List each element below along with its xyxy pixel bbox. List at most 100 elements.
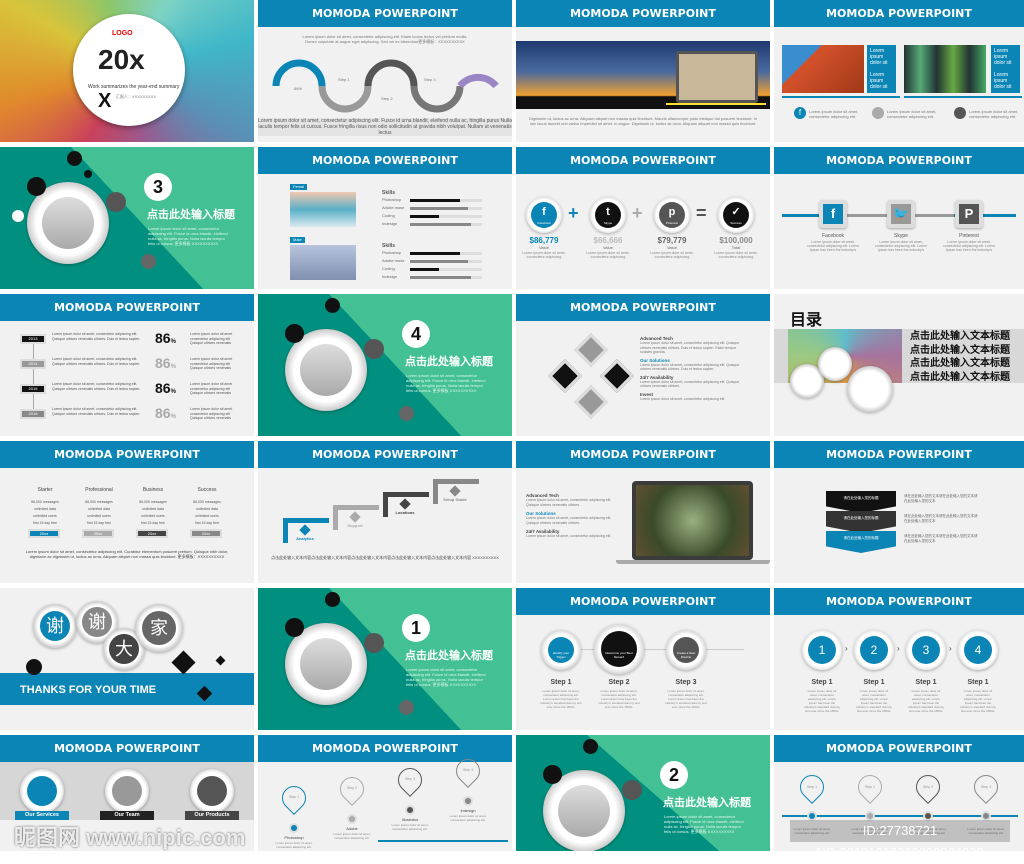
social-label: Pinterest [959, 233, 979, 239]
slide-wave[interactable]: MOMODA POWERPOINT Lorem ipsum dolor sit … [258, 0, 512, 142]
skill-row: Photoshop [382, 250, 487, 257]
bullet: Lorem ipsum dolor sit [994, 72, 1012, 90]
step-text: Lorem ipsum dolor sit amet, consectetur … [908, 689, 944, 713]
slide-header: MOMODA POWERPOINT [258, 147, 512, 174]
tablet-image [676, 51, 758, 103]
service-label[interactable]: Our Services [15, 811, 69, 820]
chart-icon [364, 339, 384, 359]
slide-header: MOMODA POWERPOINT [774, 441, 1024, 468]
horses-image [300, 344, 352, 396]
service-label[interactable]: Our Products [185, 811, 239, 820]
pinterest-icon[interactable] [954, 107, 966, 119]
slide-section-3[interactable]: 3 点击此处输入标题 Lorem ipsum dolor sit amet, c… [0, 147, 254, 289]
value-sub: Total [731, 245, 741, 250]
slide-header: MOMODA POWERPOINT [0, 441, 254, 468]
slide-header: MOMODA POWERPOINT [516, 588, 770, 615]
section-body: Lorem ipsum dolor sit amet, consectetur … [406, 373, 486, 393]
plan-button[interactable]: 20xx [136, 529, 168, 538]
slide-equation[interactable]: MOMODA POWERPOINT f Facebook $86,779 Value L… [516, 147, 770, 289]
value-sub: Value [667, 245, 677, 250]
year-badge: 2015 [20, 384, 46, 394]
pinterest-icon[interactable]: P [959, 204, 979, 224]
pin-step: Step 1 [806, 785, 818, 789]
yellow-line [666, 103, 766, 105]
plan-feature: 86,000 messages [139, 500, 167, 504]
slide-section-2[interactable]: 2 点击此处输入标题 Lorem ipsum dolor sit amet, c… [516, 735, 770, 851]
slide-section-1[interactable]: 1 点击此处输入标题 Lorem ipsum dolor sit amet, c… [258, 588, 512, 730]
skills-heading: Skills [382, 190, 396, 196]
step-number[interactable]: 3 [912, 636, 940, 664]
slide-thanks[interactable]: 谢 谢 大 家 THANKS FOR YOUR TIME [0, 588, 254, 730]
char: 谢 [40, 611, 70, 641]
plan-name: Business [142, 487, 164, 493]
slide-laptop[interactable]: MOMODA POWERPOINT Advanced Tech Lorem ips… [516, 441, 770, 583]
plan-name: Professional [85, 487, 113, 493]
char: 谢 [82, 607, 112, 637]
plan-feature: unlimited data [142, 507, 164, 511]
divider [782, 96, 900, 98]
toc-item[interactable]: 点击此处输入文本标题 [910, 330, 1010, 344]
wave-footer: Lorem ipsum dolor sit amet, consectetur … [258, 118, 512, 136]
step-number[interactable]: 1 [808, 636, 836, 664]
pin-step: Step 4 [980, 785, 992, 789]
palette-icon [27, 177, 46, 196]
sunset-text: Dignissim ut, luctus ac urna. Aliquam al… [529, 116, 757, 126]
twitter-icon[interactable] [872, 107, 884, 119]
skill-label: Adobe muse [382, 258, 405, 263]
toc-item[interactable]: 点击此处输入文本标题 [910, 344, 1010, 358]
pin-step: Step 2 [864, 785, 876, 789]
social-text: Lorem ipsum dolor sit amet, consectetur … [809, 109, 859, 119]
step-number[interactable]: 4 [964, 636, 992, 664]
slide-steps-4[interactable]: MOMODA POWERPOINT 1 › Step 1 Lorem ipsum do… [774, 588, 1024, 730]
slide-diamonds[interactable]: MOMODA POWERPOINT Advanced Tech Lorem ips… [516, 294, 770, 436]
pricing-footer: Lorem ipsum dolor sit amet, consectetur … [25, 549, 229, 559]
plan-button[interactable]: 20xx [82, 529, 114, 538]
skill-fill [410, 252, 461, 255]
toc-item[interactable]: 点击此处输入文本标题 [910, 371, 1010, 385]
pin-label: Adobe [346, 826, 358, 831]
search-icon[interactable]: Identify your Trigger [548, 637, 574, 663]
section-number: 4 [402, 320, 430, 348]
slide-steps-3[interactable]: MOMODA POWERPOINT Identify your Trigger S… [516, 588, 770, 730]
slide-section-4[interactable]: 4 点击此处输入标题 Lorem ipsum dolor sit amet, c… [258, 294, 512, 436]
slide-sunset[interactable]: MOMODA POWERPOINT Dignissim ut, luctus a… [516, 0, 770, 142]
skill-fill [410, 207, 468, 210]
percent-value: 86 [155, 405, 171, 421]
calendar-icon[interactable]: Create a New Routine [673, 637, 699, 663]
plan-feature: 86,000 messages [193, 500, 221, 504]
horses-image [300, 638, 352, 690]
slide-header: MOMODA POWERPOINT [774, 0, 1024, 27]
trophy-icon[interactable]: Determine your Best Reward [601, 631, 637, 667]
social-text: Lorem ipsum dolor sit amet, consectetur … [969, 109, 1019, 119]
slide-timeline[interactable]: MOMODA POWERPOINT 2013 Lorem ipsum dolor … [0, 294, 254, 436]
toc-item[interactable]: 点击此处输入文本标题 [910, 357, 1010, 371]
facebook-icon[interactable]: f [823, 204, 843, 224]
step-title: Step 1 [811, 679, 833, 686]
plan-button[interactable]: 20xx [190, 529, 222, 538]
cover-title: 20x [98, 44, 145, 75]
chevron: 请在此处输入您的标题 [826, 531, 896, 553]
pin-label: Indesign [460, 808, 476, 813]
skills-heading: Skills [382, 243, 396, 249]
slide-pins[interactable]: MOMODA POWERPOINT Step 1 Photoshop Lorem i… [258, 735, 512, 851]
slide-cover[interactable]: LOGO 20x Work summarizes the year-end su… [0, 0, 254, 142]
slide-bridge[interactable]: MOMODA POWERPOINT Lorem ipsum dolor sit L… [774, 0, 1024, 142]
slide-social-line[interactable]: MOMODA POWERPOINT f Facebook Lorem ipsum d… [774, 147, 1024, 289]
horses-image [558, 785, 610, 837]
slide-skills[interactable]: MOMODA POWERPOINT Femal Male Skills Phot… [258, 147, 512, 289]
slide-stairs[interactable]: MOMODA POWERPOINT Analytics Support Locati… [258, 441, 512, 583]
percent-unit: % [170, 339, 176, 345]
slide-chevrons[interactable]: MOMODA POWERPOINT 请在此处输入您的标题 请在此处输入您的文本请在… [774, 441, 1024, 583]
step-number[interactable]: 2 [860, 636, 888, 664]
skill-fill [410, 268, 439, 271]
step-text: Lorem ipsum dolor sit amet, consectetur … [598, 689, 640, 709]
facebook-icon[interactable]: f [794, 107, 806, 119]
plan-button[interactable]: 20xx [28, 529, 60, 538]
slide-pricing[interactable]: MOMODA POWERPOINT Starter 86,000 messages… [0, 441, 254, 583]
bullet-box-1: Lorem ipsum dolor sit Lorem ipsum dolor s… [867, 45, 896, 93]
skype-icon[interactable]: 🐦 [891, 204, 911, 224]
service-label[interactable]: Our Team [100, 811, 154, 820]
male-tag: Male [290, 237, 305, 243]
slide-toc[interactable]: 目录 点击此处输入文本标题 点击此处输入文本标题 点击此处输入文本标题 点击此处输入文… [774, 294, 1024, 436]
step-title: Step 1 [863, 679, 885, 686]
